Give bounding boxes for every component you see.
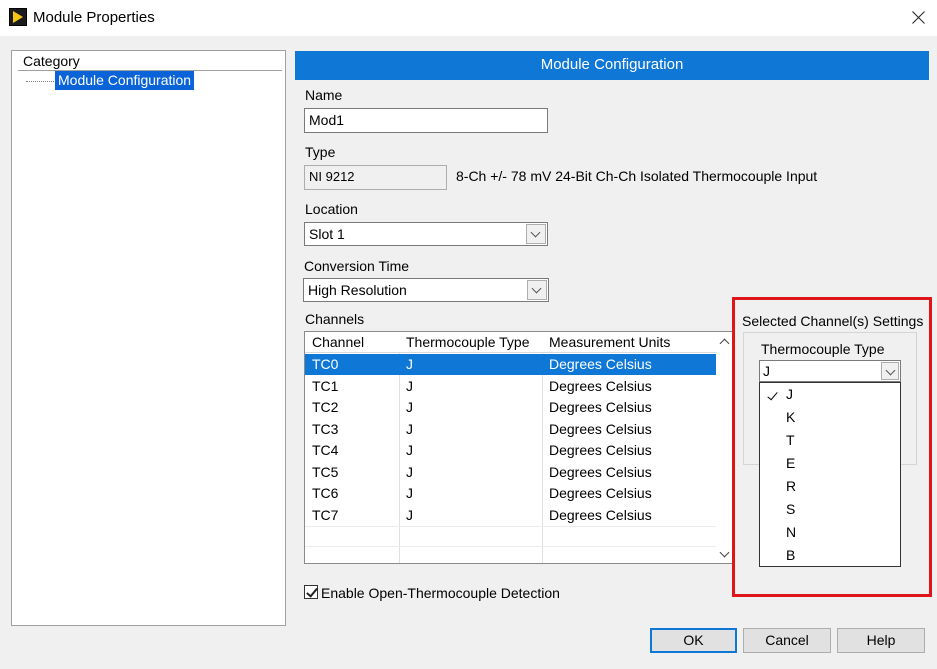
cell-thermocouple-type: J <box>406 507 413 523</box>
conversion-time-select[interactable]: High Resolution <box>303 278 549 302</box>
open-tc-detection-checkbox[interactable] <box>304 585 318 599</box>
location-select[interactable]: Slot 1 <box>304 222 548 246</box>
type-description: 8-Ch +/- 78 mV 24-Bit Ch-Ch Isolated The… <box>456 168 818 184</box>
table-row[interactable]: TC5 J Degrees Celsius <box>305 462 716 483</box>
channels-table[interactable]: Channel Thermocouple Type Measurement Un… <box>304 331 733 564</box>
cell-thermocouple-type: J <box>406 378 413 394</box>
conversion-time-value: High Resolution <box>308 282 407 298</box>
cell-measurement-units: Degrees Celsius <box>549 464 652 480</box>
cell-measurement-units: Degrees Celsius <box>549 356 652 372</box>
table-row-empty[interactable] <box>305 526 716 547</box>
window-title: Module Properties <box>33 9 155 26</box>
cell-channel: TC4 <box>312 442 339 458</box>
table-row[interactable]: TC4 J Degrees Celsius <box>305 440 716 461</box>
name-label: Name <box>305 87 343 103</box>
cell-thermocouple-type: J <box>406 421 413 437</box>
name-field[interactable]: Mod1 <box>304 108 548 133</box>
labview-play-icon <box>9 8 27 26</box>
table-row[interactable]: TC0 J Degrees Celsius <box>305 354 716 375</box>
category-tree[interactable]: Category Module Configuration <box>11 50 286 626</box>
tree-item-module-configuration[interactable]: Module Configuration <box>55 71 195 90</box>
cell-channel: TC2 <box>312 399 339 415</box>
table-header: Channel Thermocouple Type Measurement Un… <box>305 332 717 353</box>
cancel-button[interactable]: Cancel <box>743 628 831 653</box>
highlight-annotation <box>732 297 932 597</box>
cell-measurement-units: Degrees Celsius <box>549 507 652 523</box>
cell-measurement-units: Degrees Celsius <box>549 485 652 501</box>
column-header-measurement-units[interactable]: Measurement Units <box>542 332 670 353</box>
cell-measurement-units: Degrees Celsius <box>549 421 652 437</box>
cell-thermocouple-type: J <box>406 442 413 458</box>
table-row[interactable]: TC1 J Degrees Celsius <box>305 376 716 397</box>
ok-button[interactable]: OK <box>650 628 737 653</box>
table-row[interactable]: TC7 J Degrees Celsius <box>305 505 716 526</box>
cell-channel: TC6 <box>312 485 339 501</box>
cell-channel: TC5 <box>312 464 339 480</box>
cell-measurement-units: Degrees Celsius <box>549 378 652 394</box>
open-tc-detection-label: Enable Open-Thermocouple Detection <box>321 585 560 601</box>
table-scrollbar[interactable] <box>717 332 732 563</box>
table-row[interactable]: TC2 J Degrees Celsius <box>305 397 716 418</box>
cell-measurement-units: Degrees Celsius <box>549 399 652 415</box>
cell-thermocouple-type: J <box>406 356 413 372</box>
column-header-channel[interactable]: Channel <box>305 332 364 353</box>
cell-thermocouple-type: J <box>406 464 413 480</box>
close-icon[interactable] <box>905 4 933 30</box>
chevron-up-icon[interactable] <box>717 332 732 348</box>
chevron-down-icon[interactable] <box>717 547 732 563</box>
location-label: Location <box>305 201 358 217</box>
category-header: Category <box>23 53 80 69</box>
cell-channel: TC0 <box>312 356 339 372</box>
section-banner: Module Configuration <box>295 51 929 80</box>
cell-channel: TC3 <box>312 421 339 437</box>
cell-channel: TC1 <box>312 378 339 394</box>
type-label: Type <box>305 144 336 160</box>
cell-thermocouple-type: J <box>406 399 413 415</box>
help-button[interactable]: Help <box>837 628 925 653</box>
chevron-down-icon[interactable] <box>526 224 546 244</box>
conversion-time-label: Conversion Time <box>304 258 410 274</box>
cell-measurement-units: Degrees Celsius <box>549 442 652 458</box>
table-row[interactable]: TC3 J Degrees Celsius <box>305 419 716 440</box>
title-bar: Module Properties <box>0 0 937 36</box>
column-header-thermocouple-type[interactable]: Thermocouple Type <box>399 332 529 353</box>
channels-label: Channels <box>305 311 365 327</box>
location-value: Slot 1 <box>309 226 345 242</box>
chevron-down-icon[interactable] <box>527 280 547 300</box>
type-field: NI 9212 <box>304 165 447 190</box>
table-row[interactable]: TC6 J Degrees Celsius <box>305 483 716 504</box>
cell-thermocouple-type: J <box>406 485 413 501</box>
cell-channel: TC7 <box>312 507 339 523</box>
